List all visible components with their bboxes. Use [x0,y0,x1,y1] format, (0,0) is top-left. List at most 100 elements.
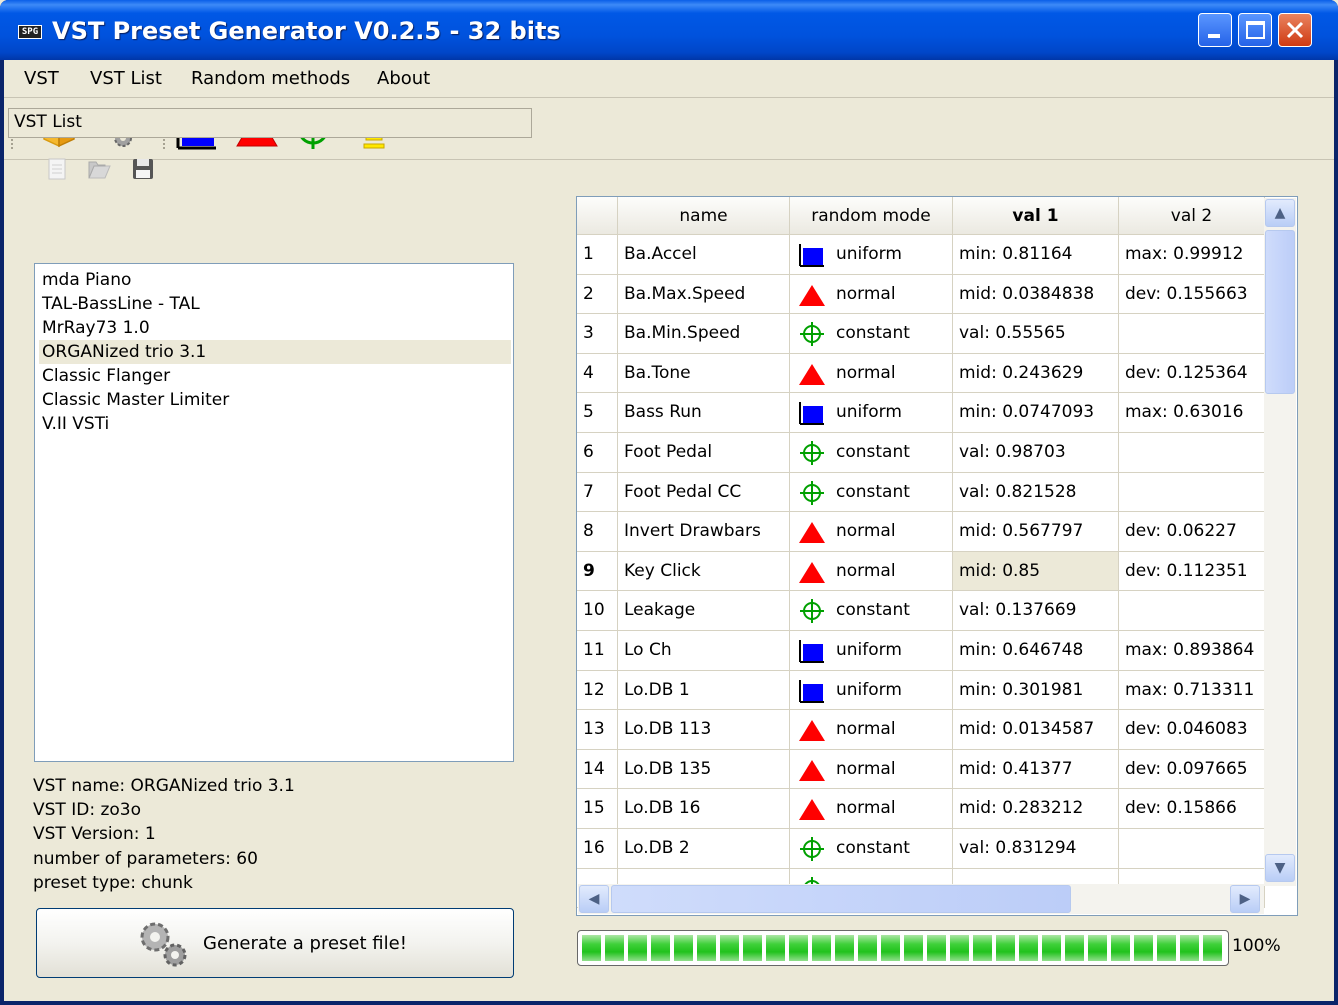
row-number[interactable]: 10 [577,591,618,631]
generate-preset-button[interactable]: Generate a preset file! [36,908,514,978]
vst-list-item-selected[interactable]: ORGANized trio 3.1 [39,340,511,364]
val1-cell[interactable]: min: 0.646748 [953,631,1119,671]
val2-cell[interactable]: dev: 0.15866 [1119,789,1265,829]
val2-cell[interactable]: max: 0.63016 [1119,393,1265,433]
val1-cell[interactable]: val: 0.831294 [953,829,1119,869]
val1-cell[interactable]: val: 0.821528 [953,472,1119,513]
scroll-up-button[interactable]: ▲ [1265,199,1295,227]
random-mode-cell[interactable]: uniform [790,235,953,275]
param-name-cell[interactable]: Lo.DB 2 [618,829,790,869]
val2-cell[interactable] [1119,829,1265,869]
random-mode-cell[interactable]: uniform [790,631,953,671]
param-name-cell[interactable]: Foot Pedal [618,433,790,473]
random-mode-cell[interactable]: constant [790,472,953,513]
random-mode-cell[interactable]: constant [790,433,953,473]
minimize-button[interactable] [1198,13,1232,47]
row-number[interactable]: 14 [577,749,618,790]
scroll-left-button[interactable]: ◀ [579,885,609,913]
val2-cell[interactable]: dev: 0.097665 [1119,749,1265,790]
val2-cell[interactable]: dev: 0.046083 [1119,710,1265,750]
open-list-icon[interactable] [86,156,112,182]
random-mode-cell[interactable]: uniform [790,670,953,711]
maximize-button[interactable] [1238,13,1272,47]
row-number[interactable]: 1 [577,235,618,275]
random-mode-cell[interactable]: normal [790,710,953,750]
val1-cell[interactable]: mid: 0.567797 [953,512,1119,552]
val2-cell[interactable]: max: 0.99912 [1119,235,1265,275]
random-mode-cell[interactable]: normal [790,274,953,315]
param-name-cell[interactable]: Lo.DB 135 [618,749,790,790]
row-number[interactable]: 8 [577,512,618,552]
row-number[interactable]: 6 [577,433,618,473]
param-name-cell[interactable]: Ba.Max.Speed [618,274,790,315]
row-number[interactable]: 7 [577,472,618,513]
val2-cell[interactable]: dev: 0.155663 [1119,274,1265,315]
val1-cell[interactable]: val: 0.98703 [953,433,1119,473]
val1-cell[interactable]: mid: 0.41377 [953,749,1119,790]
val1-cell[interactable]: mid: 0.0384838 [953,274,1119,315]
param-name-cell[interactable]: Lo.DB 16 [618,789,790,829]
column-header-val2[interactable]: val 2 [1119,197,1265,235]
random-mode-cell[interactable]: constant [790,314,953,354]
row-number[interactable]: 4 [577,353,618,394]
val1-cell[interactable]: mid: 0.85 [953,551,1119,592]
row-number[interactable]: 2 [577,274,618,315]
param-name-cell[interactable]: Leakage [618,591,790,631]
close-button[interactable] [1278,13,1312,47]
row-number[interactable]: 11 [577,631,618,671]
random-mode-cell[interactable]: constant [790,591,953,631]
table-corner[interactable] [577,197,618,235]
random-mode-cell[interactable]: normal [790,353,953,394]
table-row[interactable]: 7 Foot Pedal CC constant val: 0.821528 [577,472,1297,513]
random-mode-cell[interactable]: normal [790,789,953,829]
horizontal-scrollbar[interactable]: ◀ ▶ [578,884,1264,914]
row-number[interactable]: 12 [577,670,618,711]
val1-cell[interactable]: val: 0.137669 [953,591,1119,631]
val2-cell[interactable] [1119,472,1265,513]
param-name-cell[interactable]: Key Click [618,551,790,592]
table-row[interactable]: 15 Lo.DB 16 normal mid: 0.283212 dev: 0.1586… [577,789,1297,829]
vst-list-item[interactable]: Classic Master Limiter [39,388,511,412]
val2-cell[interactable]: dev: 0.112351 [1119,551,1265,592]
table-row[interactable]: 4 Ba.Tone normal mid: 0.243629 dev: 0.125364 [577,353,1297,394]
random-mode-cell[interactable]: uniform [790,393,953,433]
table-row[interactable]: 12 Lo.DB 1 uniform min: 0.301981 max: 0.7133… [577,670,1297,711]
table-row[interactable]: 5 Bass Run uniform min: 0.0747093 max: 0.630… [577,393,1297,433]
val1-cell[interactable]: min: 0.81164 [953,235,1119,275]
param-name-cell[interactable]: Lo.DB 1 [618,670,790,711]
save-list-icon[interactable] [130,156,156,182]
title-bar[interactable]: SPG VST Preset Generator V0.2.5 - 32 bit… [0,0,1338,60]
table-row[interactable]: 11 Lo Ch uniform min: 0.646748 max: 0.893864 [577,631,1297,671]
horizontal-scroll-thumb[interactable] [611,885,1071,913]
row-number[interactable]: 16 [577,829,618,869]
row-number[interactable]: 15 [577,789,618,829]
param-name-cell[interactable]: Ba.Accel [618,235,790,275]
val1-cell[interactable]: mid: 0.283212 [953,789,1119,829]
val2-cell[interactable]: max: 0.893864 [1119,631,1265,671]
val1-cell[interactable]: min: 0.0747093 [953,393,1119,433]
param-name-cell[interactable]: Lo Ch [618,631,790,671]
table-row[interactable]: 16 Lo.DB 2 constant val: 0.831294 [577,829,1297,869]
val2-cell[interactable] [1119,314,1265,354]
vst-list-item[interactable]: TAL-BassLine - TAL [39,292,511,316]
vst-list-item[interactable]: V.II VSTi [39,412,511,436]
table-row[interactable]: 14 Lo.DB 135 normal mid: 0.41377 dev: 0.0976… [577,749,1297,790]
vst-list-item[interactable]: MrRay73 1.0 [39,316,511,340]
param-name-cell[interactable]: Invert Drawbars [618,512,790,552]
column-header-name[interactable]: name [618,197,790,235]
random-mode-cell[interactable]: normal [790,512,953,552]
table-row[interactable]: 9 Key Click normal mid: 0.85 dev: 0.112351 [577,551,1297,592]
scroll-down-button[interactable]: ▼ [1265,854,1295,882]
random-mode-cell[interactable]: normal [790,551,953,592]
param-name-cell[interactable]: Lo.DB 113 [618,710,790,750]
menu-random-methods[interactable]: Random methods [191,68,350,89]
val1-cell[interactable]: val: 0.55565 [953,314,1119,354]
menu-vst[interactable]: VST [24,68,59,89]
table-row[interactable]: 6 Foot Pedal constant val: 0.98703 [577,433,1297,473]
vertical-scroll-thumb[interactable] [1265,230,1295,394]
val2-cell[interactable] [1119,591,1265,631]
table-row[interactable]: 10 Leakage constant val: 0.137669 [577,591,1297,631]
column-header-random-mode[interactable]: random mode [790,197,953,235]
val2-cell[interactable]: dev: 0.06227 [1119,512,1265,552]
parameter-table[interactable]: name random mode val 1 val 2 1 Ba.Accel un… [576,196,1298,916]
